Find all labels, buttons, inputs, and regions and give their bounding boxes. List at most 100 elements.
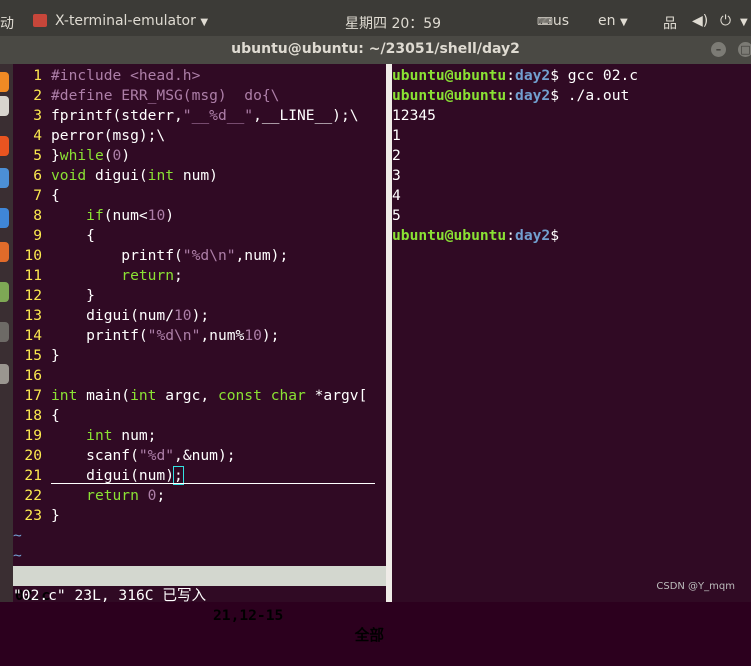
empty-line-tilde: ~ xyxy=(13,527,22,544)
line-number: 8 xyxy=(33,207,42,224)
line-code: if(num<10) xyxy=(86,207,175,224)
code-line: 14 printf("%d\n",num%10); xyxy=(13,326,279,346)
software-icon[interactable] xyxy=(0,136,9,156)
prompt-line: ubuntu@ubuntu:day2$ xyxy=(392,227,559,244)
line-number: 14 xyxy=(24,327,42,344)
clock[interactable]: 星期四 20：59 xyxy=(345,13,441,33)
line-code: digui(num); xyxy=(51,466,184,485)
power-icon[interactable]: ⏻ xyxy=(720,13,731,29)
maximize-button[interactable]: □ xyxy=(738,42,751,57)
files-icon[interactable] xyxy=(0,96,9,116)
drive-icon[interactable] xyxy=(0,364,9,384)
code-line: 1 #include <head.h> xyxy=(13,66,200,86)
volume-icon[interactable]: ◀) xyxy=(692,13,708,29)
line-code: int main(int argc, const char *argv[ xyxy=(51,387,368,404)
line-code: #define ERR_MSG(msg) do{\ xyxy=(51,87,280,104)
code-line: 9 { xyxy=(13,226,95,246)
line-number: 7 xyxy=(33,187,42,204)
vim-message-line: "02.c" 23L, 316C 已写入 xyxy=(13,587,207,604)
terminal-icon[interactable] xyxy=(0,322,9,342)
line-code: fprintf(stderr,"__%d__",__LINE__);\ xyxy=(51,107,359,124)
line-code: }while(0) xyxy=(51,147,131,164)
code-line: 2 #define ERR_MSG(msg) do{\ xyxy=(13,86,279,106)
line-number: 4 xyxy=(33,127,42,144)
prompt-dir: day2 xyxy=(515,227,551,244)
firefox-icon[interactable] xyxy=(0,72,9,92)
prompt-user: ubuntu@ubuntu xyxy=(392,87,507,104)
settings-icon[interactable] xyxy=(0,282,9,302)
line-code: printf("%d\n",num); xyxy=(51,247,289,264)
language-menu[interactable]: en ▼ xyxy=(598,13,628,29)
code-line: 17 int main(int argc, const char *argv[ xyxy=(13,386,367,406)
chevron-down-icon: ▼ xyxy=(619,17,628,28)
language-label: en xyxy=(598,13,616,29)
line-code: { xyxy=(51,187,60,204)
chevron-down-icon[interactable]: ▼ xyxy=(740,13,748,29)
code-line: 18 { xyxy=(13,406,59,426)
cursor: ; xyxy=(173,466,184,485)
prompt-line: ubuntu@ubuntu:day2$ gcc 02.c xyxy=(392,67,639,84)
code-line: 13 digui(num/10); xyxy=(13,306,209,326)
app-title: X-terminal-emulator xyxy=(55,13,196,29)
line-code: scanf("%d",&num); xyxy=(51,447,236,464)
window-titlebar[interactable]: ubuntu@ubuntu: ~/23051/shell/day2 – □ xyxy=(0,36,751,64)
activities-label[interactable]: 动 xyxy=(0,13,14,33)
line-code: return; xyxy=(121,267,183,284)
watermark: CSDN @Y_mqm xyxy=(656,581,735,592)
line-code: digui(num/10); xyxy=(51,307,210,324)
text-icon[interactable] xyxy=(0,208,9,228)
line-number: 19 xyxy=(24,427,42,444)
line-code: } xyxy=(51,507,60,524)
code-line: 20 scanf("%d",&num); xyxy=(13,446,236,466)
line-number: 11 xyxy=(24,267,42,284)
code-line: 10 printf("%d\n",num); xyxy=(13,246,288,266)
vim-status-line: 02.c 21,12-15 全部 xyxy=(13,566,386,644)
prompt-user: ubuntu@ubuntu xyxy=(392,67,507,84)
prompt-dir: day2 xyxy=(515,87,551,104)
status-scroll-position: 全部 xyxy=(354,627,384,644)
line-code: #include <head.h> xyxy=(51,67,201,84)
code-line: 19 int num; xyxy=(13,426,156,446)
line-number: 5 xyxy=(33,147,42,164)
output-line: 2 xyxy=(392,147,401,164)
code-line: 4 perror(msg);\ xyxy=(13,126,165,146)
output-line: 5 xyxy=(392,207,401,224)
keyboard-indicator[interactable]: ⌨us xyxy=(537,13,569,29)
output-line: 3 xyxy=(392,167,401,184)
keyboard-layout: us xyxy=(552,13,570,29)
line-number: 9 xyxy=(33,227,42,244)
vim-editor-pane[interactable]: 1 #include <head.h> 2 #define ERR_MSG(msg) … xyxy=(13,64,386,644)
line-code: } xyxy=(51,347,60,364)
prompt-user: ubuntu@ubuntu xyxy=(392,227,507,244)
status-cursor-position: 21,12-15 xyxy=(213,607,284,624)
code-line: 3 fprintf(stderr,"__%d__",__LINE__);\ xyxy=(13,106,359,126)
network-icon[interactable]: 品 xyxy=(663,13,677,33)
line-code: perror(msg);\ xyxy=(51,127,166,144)
line-number: 13 xyxy=(24,307,42,324)
line-number: 10 xyxy=(24,247,42,264)
line-number: 15 xyxy=(24,347,42,364)
line-number: 22 xyxy=(24,487,42,504)
line-number: 16 xyxy=(24,367,42,384)
line-code: int num; xyxy=(86,427,157,444)
writer-icon[interactable] xyxy=(0,168,9,188)
output-line: 1 xyxy=(392,127,401,144)
line-number: 20 xyxy=(24,447,42,464)
line-number: 12 xyxy=(24,287,42,304)
keyboard-icon: ⌨ xyxy=(537,15,553,28)
shell-pane[interactable]: ubuntu@ubuntu:day2$ gcc 02.c ubuntu@ubun… xyxy=(392,64,751,602)
command-text: gcc 02.c xyxy=(558,67,639,84)
line-number: 3 xyxy=(33,107,42,124)
cursorline-underline xyxy=(51,483,375,484)
line-code: } xyxy=(51,287,95,304)
minimize-button[interactable]: – xyxy=(711,42,726,57)
code-line: 16 xyxy=(13,366,51,386)
line-number: 21 xyxy=(24,467,42,484)
prompt-line: ubuntu@ubuntu:day2$ ./a.out xyxy=(392,87,630,104)
terminal-app-icon xyxy=(33,14,47,27)
ubuntu-icon[interactable] xyxy=(0,242,9,262)
line-code: void digui(int num) xyxy=(51,167,218,184)
code-line: 6 void digui(int num) xyxy=(13,166,218,186)
app-menu[interactable]: X-terminal-emulator ▼ xyxy=(55,13,208,29)
line-number: 18 xyxy=(24,407,42,424)
